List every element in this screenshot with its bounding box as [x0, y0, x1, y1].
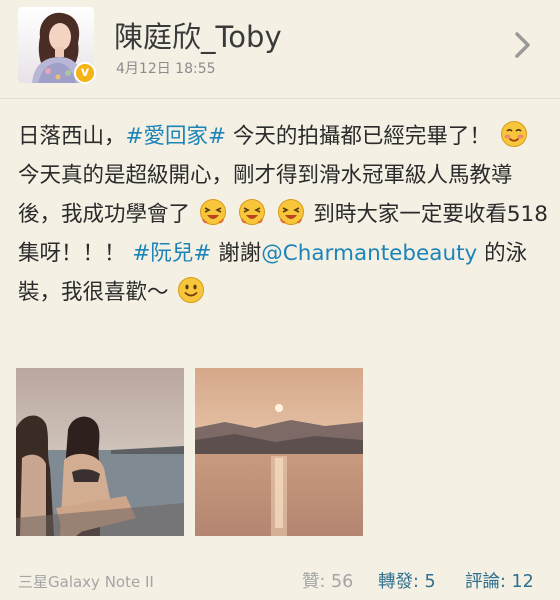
smile-emoji-icon: [178, 277, 205, 303]
mention-link[interactable]: @Charmantebeauty: [261, 241, 477, 266]
post-text-segment: 謝謝: [211, 241, 262, 266]
like-label: 贊: [302, 572, 320, 592]
weibo-post-card: v 陳庭欣_Toby 4月12日 18:55 日落西山，#愛回家# 今天的拍攝都…: [0, 0, 560, 600]
post-footer: 三星Galaxy Note II 贊: 56 轉發: 5 評論: 12: [0, 556, 560, 600]
laughing-emoji-icon: [277, 199, 304, 225]
repost-label: 轉發: [378, 572, 413, 592]
verified-badge-icon: v: [74, 62, 96, 84]
repost-count: : 5: [413, 572, 436, 592]
hashtag-link[interactable]: #阮兒#: [132, 241, 211, 266]
post-header[interactable]: v 陳庭欣_Toby 4月12日 18:55: [0, 0, 560, 99]
sunset-over-water-photo[interactable]: [195, 368, 363, 536]
comment-count: : 12: [500, 572, 534, 592]
hashtag-link[interactable]: #愛回家#: [126, 124, 227, 149]
like-count: : 56: [319, 572, 354, 592]
post-source: 三星Galaxy Note II: [18, 573, 154, 591]
post-text-segment: 日落西山，: [18, 124, 126, 149]
blush-emoji-icon: [500, 121, 527, 147]
laughing-emoji-icon: [199, 199, 226, 225]
two-women-on-boat-photo[interactable]: [16, 368, 184, 536]
repost-button[interactable]: 轉發: 5: [378, 568, 436, 593]
post-text-segment: 今天的拍攝都已經完畢了！: [226, 124, 491, 149]
comment-label: 評論: [465, 572, 500, 592]
laughing-emoji-icon: [238, 199, 265, 225]
post-text: 日落西山，#愛回家# 今天的拍攝都已經完畢了！ 今天真的是超級開心，剛才得到滑水…: [18, 117, 548, 312]
comment-button[interactable]: 評論: 12: [465, 568, 534, 593]
chevron-right-icon[interactable]: [512, 30, 534, 60]
like-button[interactable]: 贊: 56: [302, 568, 353, 593]
post-timestamp: 4月12日 18:55: [116, 61, 216, 77]
username[interactable]: 陳庭欣_Toby: [114, 14, 282, 56]
